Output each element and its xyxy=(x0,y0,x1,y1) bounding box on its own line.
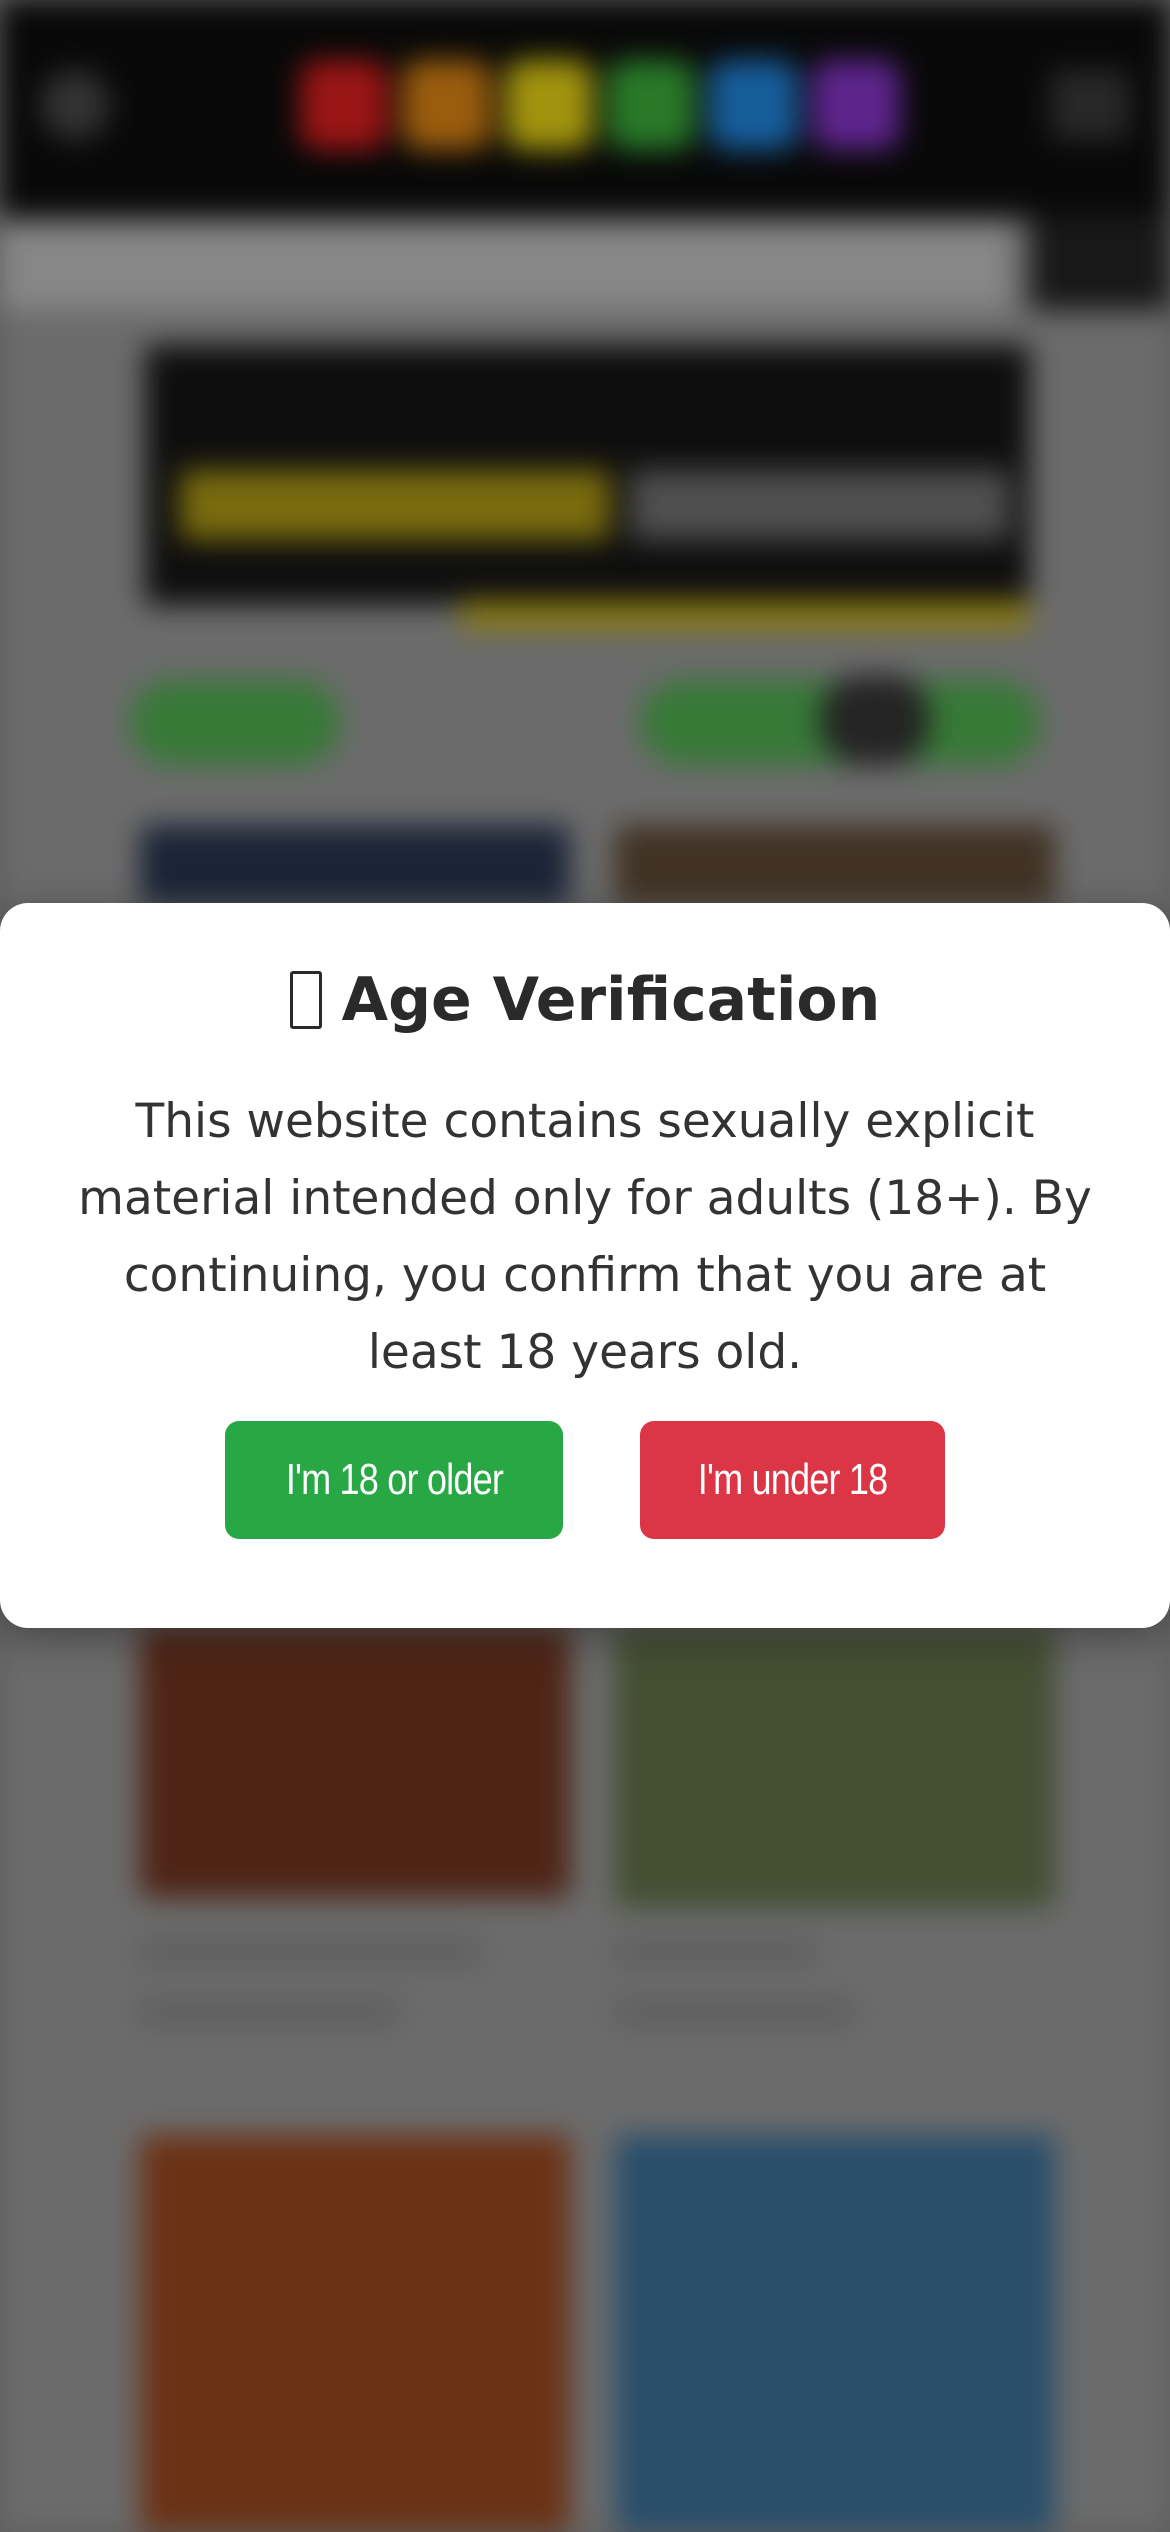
age-verification-modal: Age Verification This website contains s… xyxy=(0,903,1170,1628)
deny-age-button[interactable]: I'm under 18 xyxy=(640,1421,945,1539)
modal-title: Age Verification xyxy=(0,965,1170,1035)
confirm-age-button[interactable]: I'm 18 or older xyxy=(225,1421,563,1539)
confirm-age-label: I'm 18 or older xyxy=(285,1455,503,1504)
page: Age Verification This website contains s… xyxy=(0,0,1170,2532)
modal-message: This website contains sexually explicit … xyxy=(78,1094,1092,1380)
modal-title-text: Age Verification xyxy=(341,965,881,1035)
deny-age-label: I'm under 18 xyxy=(697,1455,888,1504)
lock-icon xyxy=(289,971,322,1029)
